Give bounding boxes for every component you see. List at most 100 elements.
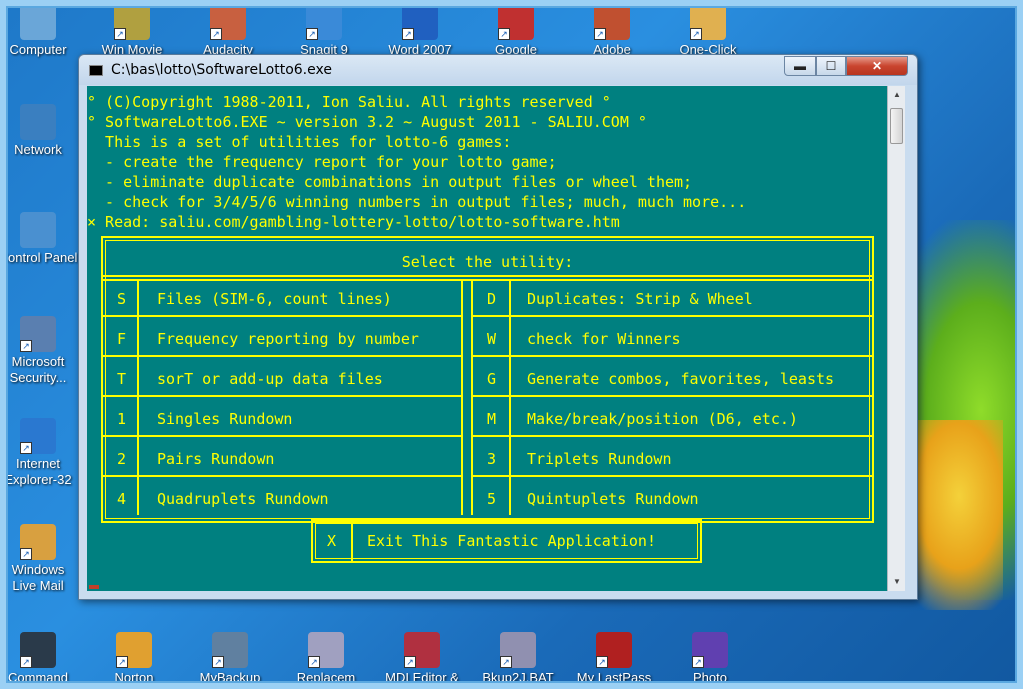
menu-divider: [103, 395, 462, 397]
option-quintuplets[interactable]: Quintuplets Rundown: [527, 489, 699, 509]
desktop-icon[interactable]: ↗ Adobe: [572, 4, 652, 58]
minimize-button[interactable]: ▬: [784, 56, 816, 76]
header-line: × Read: saliu.com/gambling-lottery-lotto…: [87, 213, 620, 231]
option-key-3[interactable]: 3: [487, 449, 496, 469]
shortcut-arrow-icon: ↗: [690, 28, 702, 40]
desktop-icon[interactable]: ↗ Microsoft Security...: [0, 316, 78, 386]
console-output[interactable]: ° (C)Copyright 1988-2011, Ion Saliu. All…: [87, 86, 895, 591]
backup-icon: ↗: [212, 632, 248, 668]
scroll-down-icon[interactable]: ▼: [888, 573, 906, 591]
maximize-button[interactable]: ☐: [816, 56, 846, 76]
audacity-icon: ↗: [210, 4, 246, 40]
menu-divider: [473, 475, 872, 477]
option-key-x[interactable]: X: [327, 531, 336, 551]
vertical-scrollbar[interactable]: ▲ ▼: [887, 86, 905, 591]
menu-divider: [103, 315, 462, 317]
desktop-icon[interactable]: ↗ Internet Explorer-32: [0, 418, 78, 488]
cursor-mark: [89, 585, 99, 589]
shortcut-arrow-icon: ↗: [498, 28, 510, 40]
lastpass-icon: ↗: [596, 632, 632, 668]
desktop-icon[interactable]: ↗ Snagit 9: [284, 4, 364, 58]
option-key-4[interactable]: 4: [117, 489, 126, 509]
console-window: C:\bas\lotto\SoftwareLotto6.exe ▬ ☐ ✕ ° …: [78, 54, 918, 600]
desktop-icon[interactable]: ↗ One-Click: [668, 4, 748, 58]
desktop-icon[interactable]: ↗ My LastPass: [574, 632, 654, 686]
desktop-icon-label: Command: [8, 670, 68, 685]
menu-divider: [509, 279, 511, 515]
adobe-icon: ↗: [594, 4, 630, 40]
shortcut-arrow-icon: ↗: [308, 656, 320, 668]
option-make-break[interactable]: Make/break/position (D6, etc.): [527, 409, 798, 429]
shortcut-arrow-icon: ↗: [114, 28, 126, 40]
word-icon: ↗: [402, 4, 438, 40]
desktop-icon[interactable]: Control Panel: [0, 212, 78, 266]
desktop-icon[interactable]: ↗ Windows Live Mail: [0, 524, 78, 594]
shortcut-arrow-icon: ↗: [404, 656, 416, 668]
option-duplicates[interactable]: Duplicates: Strip & Wheel: [527, 289, 753, 309]
desktop-icon[interactable]: ↗ Replacem: [286, 632, 366, 686]
option-winners[interactable]: check for Winners: [527, 329, 681, 349]
close-button[interactable]: ✕: [846, 56, 908, 76]
option-exit[interactable]: Exit This Fantastic Application!: [367, 531, 656, 551]
shortcut-arrow-icon: ↗: [20, 340, 32, 352]
desktop-icon[interactable]: ↗ Win Movie: [92, 4, 172, 58]
option-pairs[interactable]: Pairs Rundown: [157, 449, 274, 469]
desktop-icon[interactable]: Network: [0, 104, 78, 158]
shortcut-arrow-icon: ↗: [692, 656, 704, 668]
desktop-icon-label: MDI Editor &: [385, 670, 459, 685]
desktop-icon[interactable]: ↗ Audacity: [188, 4, 268, 58]
option-key-g[interactable]: G: [487, 369, 496, 389]
option-triplets[interactable]: Triplets Rundown: [527, 449, 672, 469]
option-key-w[interactable]: W: [487, 329, 496, 349]
internet-explorer-icon: ↗: [20, 418, 56, 454]
option-quadruplets[interactable]: Quadruplets Rundown: [157, 489, 329, 509]
desktop-icon[interactable]: ↗ Photo: [670, 632, 750, 686]
option-frequency[interactable]: Frequency reporting by number: [157, 329, 419, 349]
option-key-5[interactable]: 5: [487, 489, 496, 509]
option-key-m[interactable]: M: [487, 409, 496, 429]
desktop-icon[interactable]: ↗ Bkup2J.BAT: [478, 632, 558, 686]
scroll-thumb[interactable]: [890, 108, 903, 144]
desktop-icon[interactable]: Computer: [0, 4, 78, 58]
menu-divider: [103, 475, 462, 477]
command-prompt-icon: ↗: [20, 632, 56, 668]
computer-icon: [20, 4, 56, 40]
shortcut-arrow-icon: ↗: [20, 442, 32, 454]
option-key-f[interactable]: F: [117, 329, 126, 349]
desktop-icon-label: Windows Live Mail: [11, 562, 65, 593]
scroll-up-icon[interactable]: ▲: [888, 86, 906, 104]
desktop-icon-label: My LastPass: [576, 670, 652, 685]
desktop-icon[interactable]: ↗ MyBackup: [190, 632, 270, 686]
desktop-icon[interactable]: ↗ Norton: [94, 632, 174, 686]
desktop-icon-label: Internet Explorer-32: [4, 456, 72, 487]
desktop-icon[interactable]: ↗ Google: [476, 4, 556, 58]
desktop-icon[interactable]: ↗ Command: [0, 632, 78, 686]
shortcut-arrow-icon: ↗: [594, 28, 606, 40]
option-key-s[interactable]: S: [117, 289, 126, 309]
option-key-1[interactable]: 1: [117, 409, 126, 429]
desktop-icon-label: Bkup2J.BAT: [482, 670, 554, 685]
desktop-icon[interactable]: ↗ MDI Editor &: [382, 632, 462, 686]
option-key-2[interactable]: 2: [117, 449, 126, 469]
menu-divider: [473, 395, 872, 397]
menu-divider: [103, 279, 872, 281]
option-files[interactable]: Files (SIM-6, count lines): [157, 289, 392, 309]
one-click-icon: ↗: [690, 4, 726, 40]
header-line: ° SoftwareLotto6.EXE ~ version 3.2 ~ Aug…: [87, 113, 647, 131]
shortcut-arrow-icon: ↗: [596, 656, 608, 668]
header-line: This is a set of utilities for lotto-6 g…: [87, 133, 512, 151]
menu-divider: [137, 279, 139, 515]
window-titlebar[interactable]: C:\bas\lotto\SoftwareLotto6.exe ▬ ☐ ✕: [79, 55, 917, 85]
option-generate[interactable]: Generate combos, favorites, leasts: [527, 369, 834, 389]
option-sort[interactable]: sorT or add-up data files: [157, 369, 383, 389]
option-singles[interactable]: Singles Rundown: [157, 409, 292, 429]
exit-divider: [351, 521, 353, 561]
option-key-t[interactable]: T: [117, 369, 126, 389]
option-key-d[interactable]: D: [487, 289, 496, 309]
menu-title: Select the utility:: [401, 253, 574, 271]
shortcut-arrow-icon: ↗: [500, 656, 512, 668]
desktop-icon[interactable]: ↗ Word 2007: [380, 4, 460, 58]
desktop-icon-label: Control Panel: [0, 250, 78, 265]
menu-divider: [103, 275, 872, 277]
batch-icon: ↗: [500, 632, 536, 668]
